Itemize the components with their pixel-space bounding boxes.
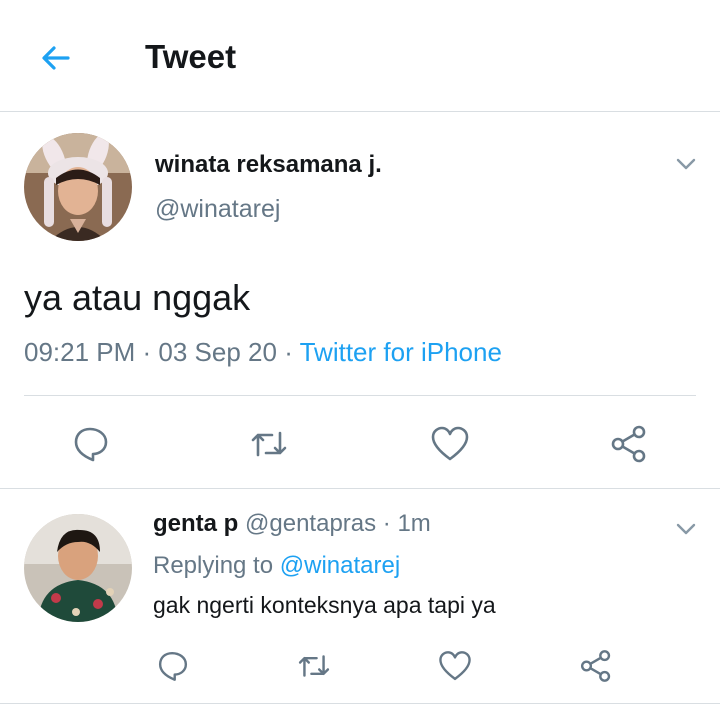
avatar[interactable] [24, 133, 132, 241]
retweet-button[interactable] [246, 421, 292, 467]
divider [24, 395, 696, 396]
reply-author-name[interactable]: genta p [153, 510, 238, 537]
replying-to: Replying to @winatarej [153, 552, 400, 580]
chevron-down-icon [676, 523, 696, 535]
reply-menu-button[interactable] [671, 514, 701, 544]
tweet-text: ya atau nggak [24, 277, 251, 318]
retweet-button[interactable] [294, 646, 334, 686]
share-button[interactable] [606, 421, 652, 467]
like-icon [439, 651, 471, 681]
meta-separator: · [135, 337, 159, 367]
reply-button[interactable] [153, 646, 193, 686]
reply-icon [158, 651, 188, 681]
author-handle[interactable]: @winatarej [155, 195, 280, 224]
like-button[interactable] [427, 421, 473, 467]
chevron-down-icon [676, 158, 696, 170]
share-icon [611, 425, 646, 463]
reply-author-handle[interactable]: @gentapras [245, 510, 376, 537]
replying-to-mention[interactable]: @winatarej [280, 552, 400, 579]
retweet-icon [251, 431, 287, 457]
reply-tweet[interactable]: genta p @gentapras · 1m Replying to @win… [0, 490, 720, 704]
tweet-time: 09:21 PM [24, 337, 136, 367]
arrow-left-icon [42, 46, 70, 70]
share-icon [580, 650, 611, 682]
like-button[interactable] [435, 646, 475, 686]
avatar[interactable] [24, 514, 132, 622]
top-bar: Tweet [0, 0, 720, 112]
meta-separator: · [376, 510, 398, 537]
reply-time: 1m [397, 510, 431, 537]
reply-icon [74, 427, 108, 462]
reply-button[interactable] [68, 421, 114, 467]
tweet-date: 03 Sep 20 [158, 337, 277, 367]
tweet-menu-button[interactable] [671, 149, 701, 179]
tweet-meta: 09:21 PM · 03 Sep 20 · Twitter for iPhon… [24, 337, 502, 368]
back-button[interactable] [34, 36, 78, 80]
main-tweet: winata reksamana j. @winatarej ya atau n… [0, 113, 720, 489]
share-button[interactable] [576, 646, 616, 686]
meta-separator: · [276, 337, 300, 367]
like-icon [431, 426, 469, 461]
reply-header: genta p @gentapras · 1m [153, 510, 431, 538]
tweet-source-link[interactable]: Twitter for iPhone [300, 337, 502, 367]
reply-text: gak ngerti konteksnya apa tapi ya [153, 592, 496, 618]
retweet-icon [298, 655, 330, 677]
author-name[interactable]: winata reksamana j. [155, 151, 382, 179]
replying-to-prefix: Replying to [153, 552, 280, 579]
page-title: Tweet [145, 38, 237, 75]
